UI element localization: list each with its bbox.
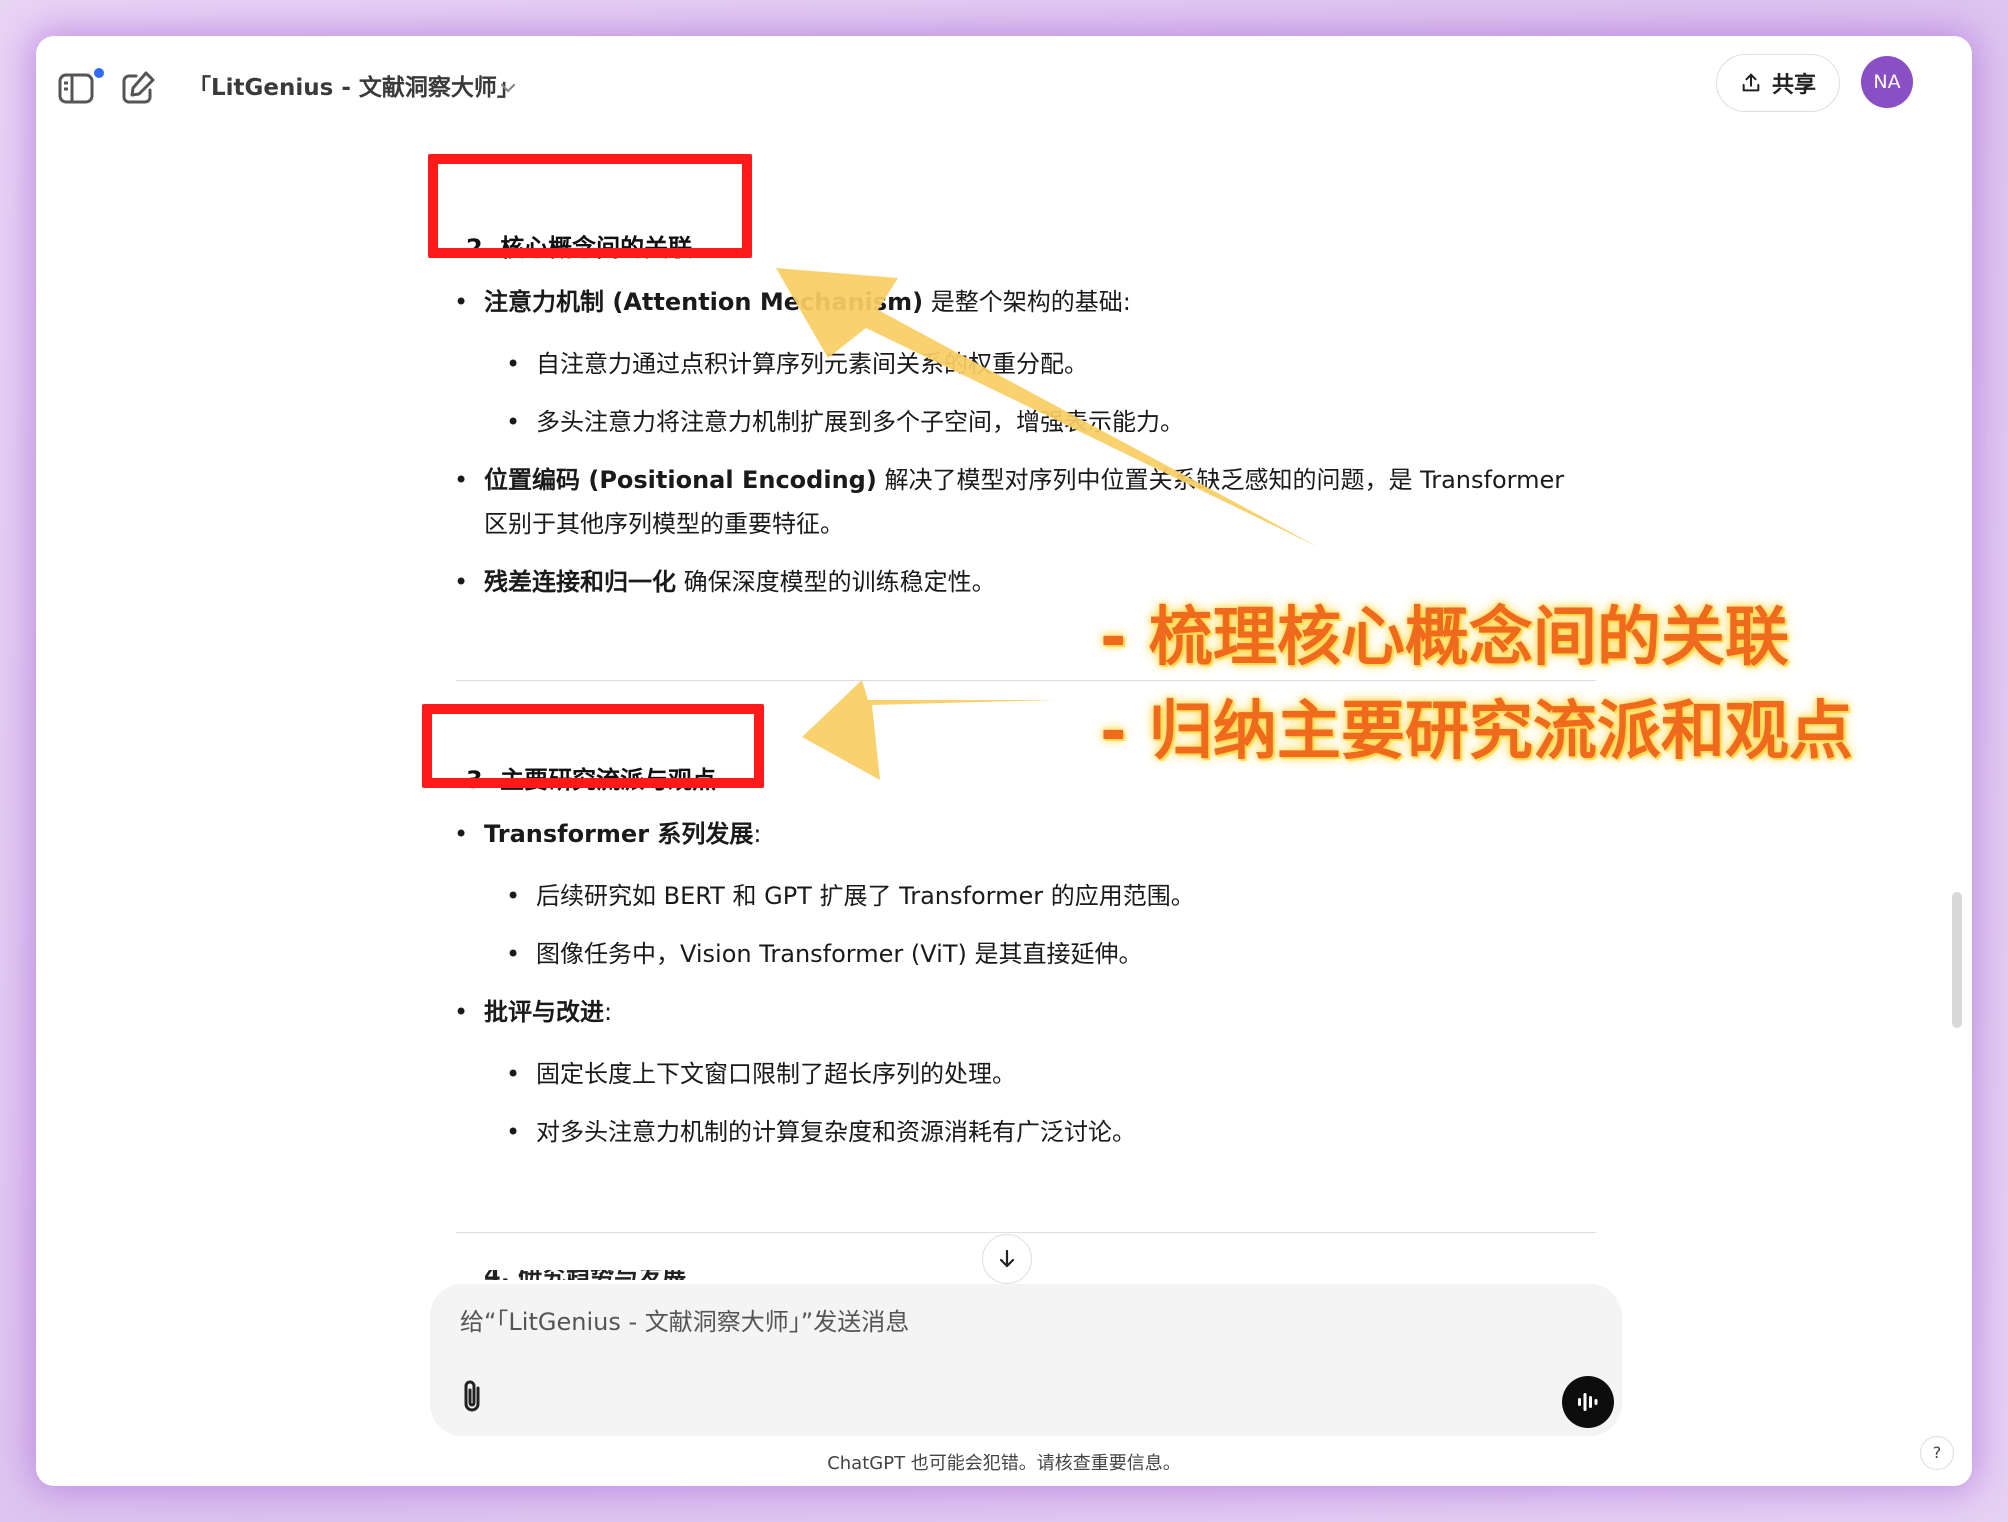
section-3-title: 3. 主要研究流派与观点 xyxy=(466,766,717,794)
bullet-text: 确保深度模型的训练稳定性。 xyxy=(676,568,996,596)
list-item: Transformer 系列发展: xyxy=(454,812,762,856)
list-item: 残差连接和归一化 确保深度模型的训练稳定性。 xyxy=(454,560,996,604)
divider xyxy=(456,680,1596,681)
share-icon xyxy=(1742,73,1760,92)
chevron-down-icon[interactable] xyxy=(496,76,520,100)
chat-window: 「LitGenius - 文献洞察大师」 共享 NA 2. 核心概念间的关联 注… xyxy=(36,36,1972,1486)
list-item: 后续研究如 BERT 和 GPT 扩展了 Transformer 的应用范围。 xyxy=(506,874,1195,918)
share-label: 共享 xyxy=(1771,73,1816,98)
share-button[interactable]: 共享 xyxy=(1716,54,1840,112)
bullet-bold-label: 残差连接和归一化 xyxy=(484,568,676,596)
message-input[interactable]: 给“「LitGenius - 文献洞察大师」”发送消息 xyxy=(460,1302,1360,1342)
list-item: 对多头注意力机制的计算复杂度和资源消耗有广泛讨论。 xyxy=(506,1110,1136,1154)
bullet-bold-label: 批评与改进 xyxy=(484,998,604,1026)
bullet-bold-label: 位置编码 (Positional Encoding) xyxy=(484,466,877,494)
bullet-bold-label: 注意力机制 (Attention Mechanism) xyxy=(484,288,924,316)
new-chat-icon[interactable] xyxy=(116,66,160,110)
bullet-text: : xyxy=(753,820,762,848)
list-item: 图像任务中，Vision Transformer (ViT) 是其直接延伸。 xyxy=(506,932,1142,976)
paperclip-icon[interactable] xyxy=(454,1376,490,1416)
bullet-text: : xyxy=(604,998,613,1026)
bullet-text: 是整个架构的基础: xyxy=(923,288,1131,316)
bullet-continuation: 区别于其他序列模型的重要特征。 xyxy=(484,510,844,538)
list-item: 自注意力通过点积计算序列元素间关系的权重分配。 xyxy=(506,342,1088,386)
list-item: 固定长度上下文窗口限制了超长序列的处理。 xyxy=(506,1052,1016,1096)
header: 「LitGenius - 文献洞察大师」 共享 NA xyxy=(36,36,1972,146)
list-item: 多头注意力将注意力机制扩展到多个子空间，增强表示能力。 xyxy=(506,400,1184,444)
bullet-text: 解决了模型对序列中位置关系缺乏感知的问题，是 Transformer xyxy=(876,466,1565,494)
voice-mode-button[interactable] xyxy=(1562,1376,1614,1428)
voice-wave-icon xyxy=(1578,1393,1598,1411)
gpt-title[interactable]: 「LitGenius - 文献洞察大师」 xyxy=(188,66,520,110)
section-2-title: 2. 核心概念间的关联 xyxy=(466,234,693,262)
avatar[interactable]: NA xyxy=(1861,56,1913,108)
list-item: 位置编码 (Positional Encoding) 解决了模型对序列中位置关系… xyxy=(454,458,1565,502)
divider xyxy=(456,1232,1596,1233)
composer: 给“「LitGenius - 文献洞察大师」”发送消息 xyxy=(430,1284,1622,1436)
list-item: 批评与改进: xyxy=(454,990,613,1034)
next-section-peek: 4. 研究趋势与发展 xyxy=(484,1270,804,1280)
arrow-down-icon xyxy=(999,1249,1015,1268)
scrollbar[interactable] xyxy=(1952,892,1962,1028)
notification-dot xyxy=(92,66,106,80)
scroll-down-button[interactable] xyxy=(982,1234,1032,1284)
help-button[interactable]: ? xyxy=(1920,1436,1954,1470)
bullet-bold-label: Transformer 系列发展 xyxy=(484,820,754,848)
disclaimer: ChatGPT 也可能会犯错。请核查重要信息。 xyxy=(827,1453,1181,1474)
chat-content: 2. 核心概念间的关联 注意力机制 (Attention Mechanism) … xyxy=(36,146,1972,1326)
list-item: 注意力机制 (Attention Mechanism) 是整个架构的基础: xyxy=(454,280,1131,324)
